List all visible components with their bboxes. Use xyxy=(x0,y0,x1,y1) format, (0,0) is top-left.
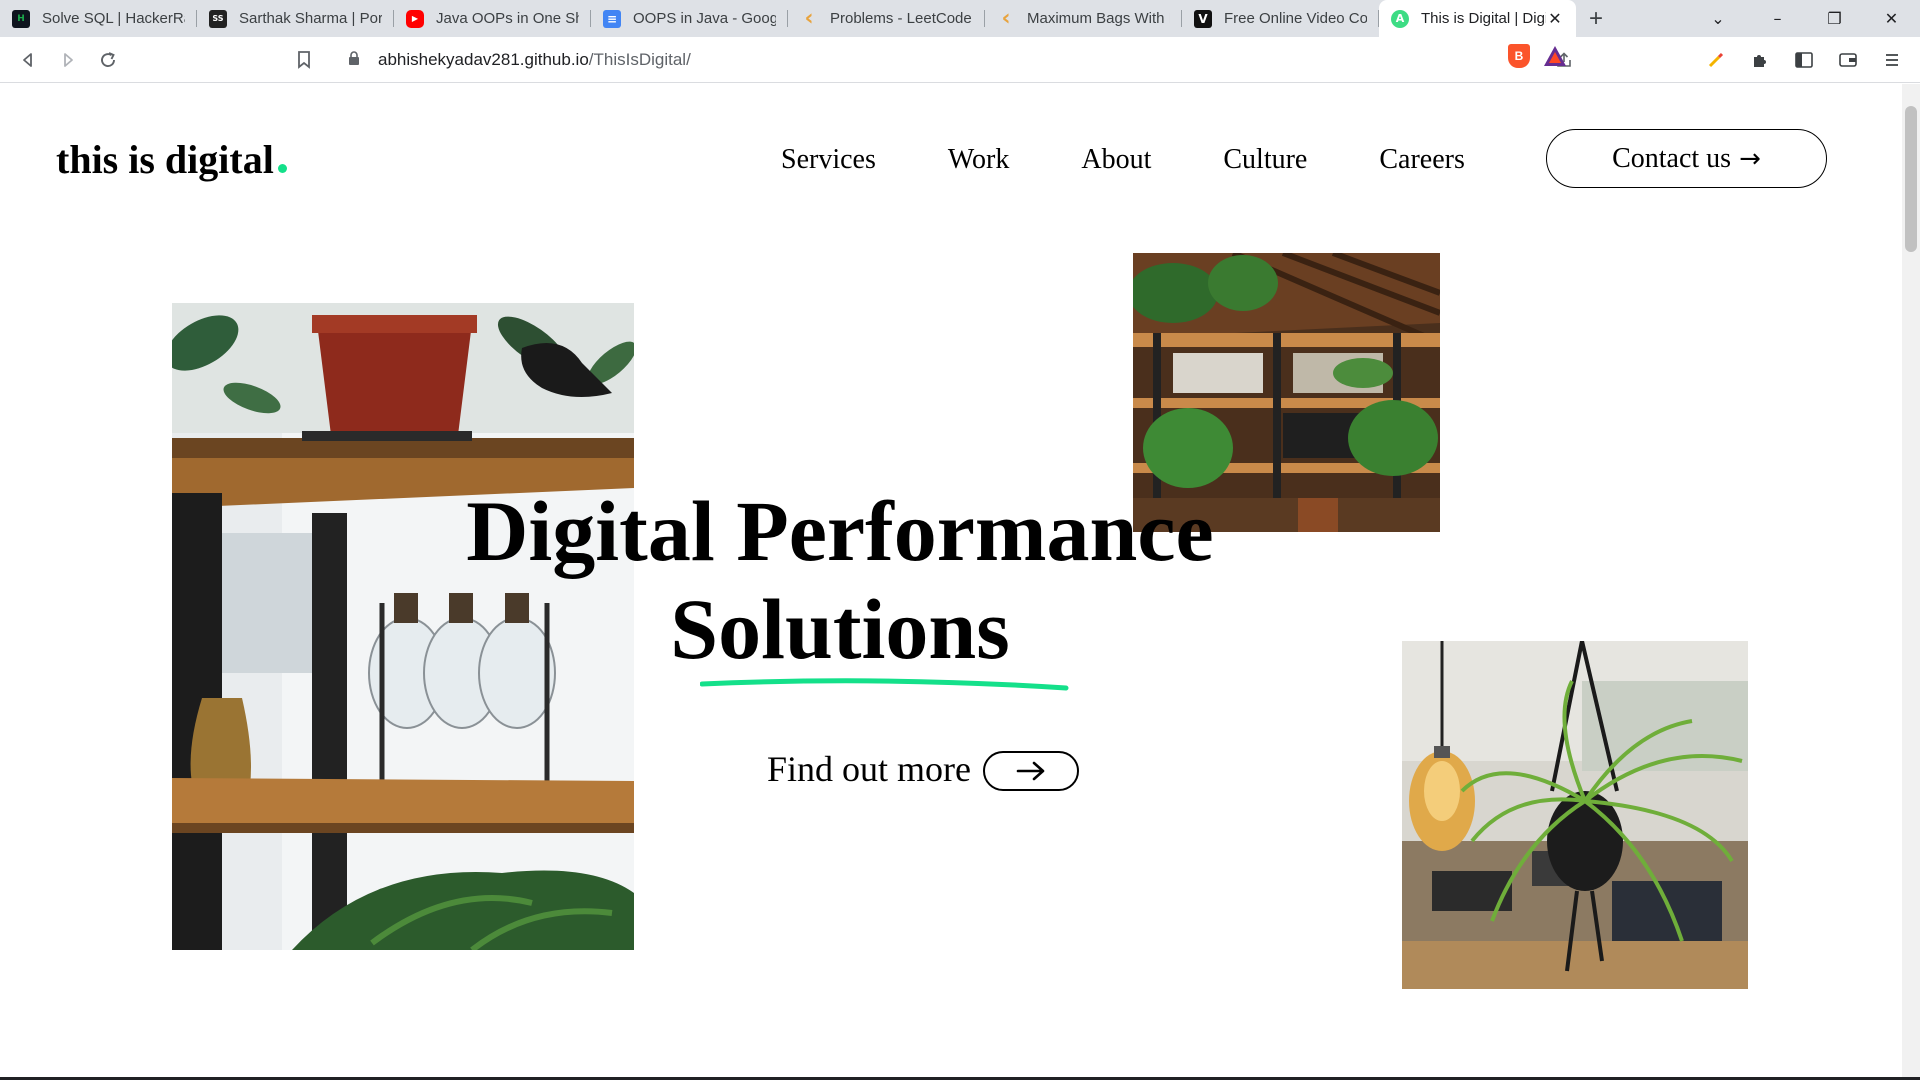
leetcode-favicon-icon: ‹ xyxy=(804,6,814,31)
leetcode-favicon-icon: ‹ xyxy=(1001,6,1011,31)
logo-dot xyxy=(277,164,287,173)
web-page: this is digital Services Work About Cult… xyxy=(0,84,1902,1080)
tab-title: OOPS in Java - Google Docs xyxy=(633,10,776,27)
tab-title: Java OOPs in One Shot xyxy=(436,10,579,27)
browser-tab[interactable]: ‹ Problems - LeetCode xyxy=(788,0,985,37)
nav-about[interactable]: About xyxy=(1081,144,1151,176)
browser-tab[interactable]: ‹ Maximum Bags With Full xyxy=(985,0,1182,37)
youtube-favicon-icon: ▶ xyxy=(406,9,424,28)
google-docs-favicon-icon: ≡ xyxy=(603,9,621,28)
menu-icon[interactable] xyxy=(1872,40,1912,80)
tab-title: Maximum Bags With Full xyxy=(1027,10,1170,27)
browser-tab[interactable]: ▶ Java OOPs in One Shot xyxy=(394,0,591,37)
scrollbar-thumb[interactable] xyxy=(1905,106,1917,252)
close-tab-icon[interactable]: ✕ xyxy=(1546,9,1564,29)
page-scrollbar[interactable] xyxy=(1902,84,1920,1080)
nav-work[interactable]: Work xyxy=(948,144,1010,176)
video-compressor-favicon-icon: V xyxy=(1194,9,1212,28)
browser-tab[interactable]: SS Sarthak Sharma | Portfolio xyxy=(197,0,394,37)
bookmark-icon[interactable] xyxy=(284,40,324,80)
close-window-icon[interactable]: ✕ xyxy=(1863,0,1920,37)
tab-title: This is Digital | Digital xyxy=(1421,10,1546,27)
brave-shields-icon[interactable]: B xyxy=(1508,44,1530,68)
browser-toolbar: abhishekyadav281.github.io /ThisIsDigita… xyxy=(0,37,1920,83)
lock-icon xyxy=(348,51,364,69)
arrow-right-icon xyxy=(1016,761,1045,781)
hanging-plant-photo xyxy=(1402,641,1748,989)
url-path: /ThisIsDigital/ xyxy=(588,50,691,69)
portfolio-favicon-icon: SS xyxy=(209,9,227,28)
color-picker-icon[interactable] xyxy=(1696,40,1736,80)
tab-title: Free Online Video Compressor xyxy=(1224,10,1367,27)
tab-title: Problems - LeetCode xyxy=(830,10,972,27)
find-out-more-label[interactable]: Find out more xyxy=(767,748,971,790)
tab-strip: H Solve SQL | HackerRank SS Sarthak Shar… xyxy=(0,0,1920,37)
browser-tab[interactable]: ≡ OOPS in Java - Google Docs xyxy=(591,0,788,37)
contact-us-button[interactable]: Contact us → xyxy=(1546,129,1827,188)
browser-tab-active[interactable]: A This is Digital | Digital ✕ xyxy=(1379,0,1576,37)
logo-text: this is digital xyxy=(56,137,274,182)
restore-icon[interactable]: ❐ xyxy=(1806,0,1863,37)
hero-underline xyxy=(700,678,1069,691)
site-favicon-icon: A xyxy=(1391,9,1409,28)
main-nav: Services Work About Culture Careers xyxy=(781,144,1465,176)
plus-icon[interactable]: + xyxy=(1576,0,1616,37)
hackerrank-favicon-icon: H xyxy=(12,9,30,28)
chevron-down-icon[interactable]: ⌄ xyxy=(1687,0,1749,37)
hero-title-line-1: Digital Performance xyxy=(466,483,1214,579)
address-bar[interactable]: abhishekyadav281.github.io /ThisIsDigita… xyxy=(330,43,1588,77)
toolbar-right xyxy=(1696,40,1912,80)
sidebar-icon[interactable] xyxy=(1784,40,1824,80)
arrow-right-icon: → xyxy=(1739,143,1761,174)
brave-rewards-icon[interactable] xyxy=(1542,44,1568,68)
minimize-icon[interactable]: – xyxy=(1749,0,1806,37)
hero-title: Digital Performance Solutions xyxy=(430,482,1250,678)
extensions-icon[interactable] xyxy=(1740,40,1780,80)
tab-title: Sarthak Sharma | Portfolio xyxy=(239,10,382,27)
url-host: abhishekyadav281.github.io xyxy=(378,50,589,69)
hero-title-line-2: Solutions xyxy=(670,581,1010,677)
tab-title: Solve SQL | HackerRank xyxy=(42,10,185,27)
contact-us-label: Contact us xyxy=(1612,142,1732,174)
wallet-icon[interactable] xyxy=(1828,40,1868,80)
forward-icon[interactable] xyxy=(48,40,88,80)
back-icon[interactable] xyxy=(8,40,48,80)
nav-careers[interactable]: Careers xyxy=(1379,144,1465,176)
nav-services[interactable]: Services xyxy=(781,144,876,176)
site-logo[interactable]: this is digital xyxy=(56,136,287,183)
browser-tab[interactable]: V Free Online Video Compressor xyxy=(1182,0,1379,37)
reload-icon[interactable] xyxy=(88,40,128,80)
browser-tab[interactable]: H Solve SQL | HackerRank xyxy=(0,0,197,37)
window-controls: ⌄ – ❐ ✕ xyxy=(1687,0,1920,37)
nav-culture[interactable]: Culture xyxy=(1223,144,1307,176)
find-out-more-button[interactable] xyxy=(983,751,1079,791)
